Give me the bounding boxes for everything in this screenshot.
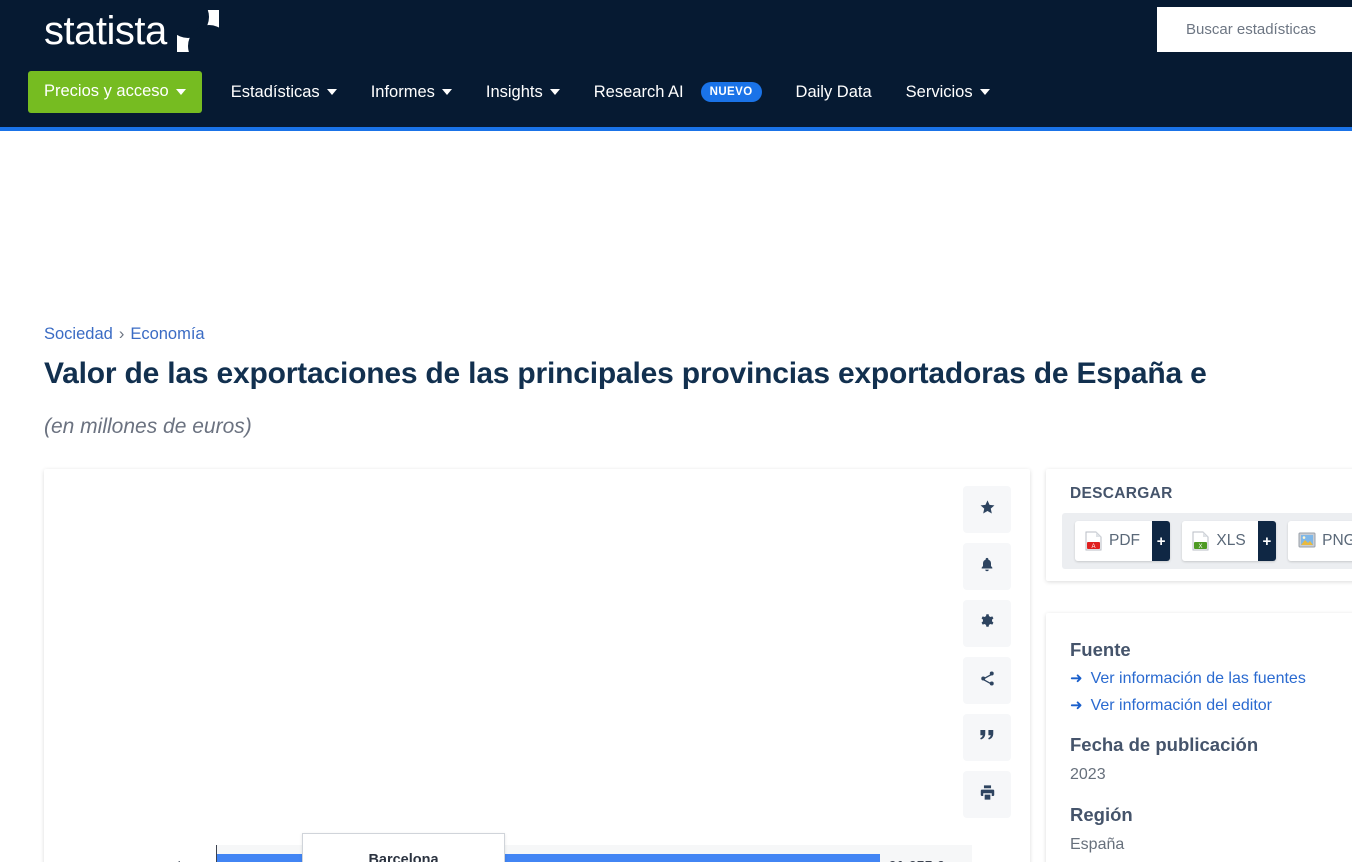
share-icon bbox=[979, 670, 996, 692]
breadcrumb: Sociedad › Economía bbox=[44, 325, 205, 344]
download-xls-main[interactable]: X XLS bbox=[1182, 521, 1258, 561]
download-xls-label: XLS bbox=[1216, 532, 1246, 549]
menu-item-precios-y-acceso[interactable]: Precios y acceso bbox=[28, 71, 202, 113]
top-navigation-bar: statista Precios y acceso Estadísticas I… bbox=[0, 0, 1352, 131]
editor-info-link-label: Ver información del editor bbox=[1090, 697, 1273, 714]
publication-date-value: 2023 bbox=[1070, 766, 1106, 783]
download-pdf-main[interactable]: A PDF bbox=[1075, 521, 1152, 561]
publication-date-heading: Fecha de publicación bbox=[1070, 734, 1259, 755]
bar-chart-plot-area: Barcelona61.655,6Madrid39.866,7Valencia1… bbox=[44, 469, 974, 862]
download-buttons-row: A PDF + X XLS + PNG bbox=[1062, 513, 1352, 569]
page-subtitle: (en millones de euros) bbox=[44, 415, 252, 438]
breadcrumb-item-sociedad[interactable]: Sociedad bbox=[44, 325, 113, 344]
source-info-link-label: Ver información de las fuentes bbox=[1090, 670, 1306, 687]
source-info-link[interactable]: ➜ Ver información de las fuentes bbox=[1070, 665, 1352, 692]
menu-item-label: Daily Data bbox=[795, 82, 872, 101]
menu-item-label: Precios y acceso bbox=[44, 82, 169, 100]
arrow-right-icon: ➜ bbox=[1070, 697, 1083, 714]
png-file-icon bbox=[1298, 531, 1316, 551]
publication-date-block: Fecha de publicación 2023 bbox=[1070, 734, 1352, 789]
download-png-label: PNG bbox=[1322, 532, 1352, 549]
menu-item-daily-data[interactable]: Daily Data bbox=[796, 83, 872, 102]
favorite-star-button[interactable] bbox=[963, 486, 1011, 533]
print-button[interactable] bbox=[963, 771, 1011, 818]
download-card: DESCARGAR A PDF + X XLS + PNG bbox=[1046, 469, 1352, 581]
region-value: España bbox=[1070, 836, 1125, 853]
source-heading: Fuente bbox=[1070, 639, 1131, 660]
chevron-down-icon bbox=[979, 89, 990, 95]
info-card: Fuente ➜ Ver información de las fuentes … bbox=[1046, 613, 1352, 862]
statista-logo[interactable]: statista bbox=[44, 8, 219, 54]
download-png-main[interactable]: PNG bbox=[1288, 521, 1352, 561]
menu-item-research-ai[interactable]: Research AI NUEVO bbox=[594, 82, 762, 102]
menu-item-estadisticas[interactable]: Estadísticas bbox=[231, 83, 337, 102]
menu-item-insights[interactable]: Insights bbox=[486, 83, 560, 102]
nav-accent-underline bbox=[0, 127, 1352, 131]
download-title: DESCARGAR bbox=[1070, 485, 1173, 502]
menu-item-label: Informes bbox=[370, 82, 435, 101]
chevron-down-icon bbox=[175, 88, 186, 95]
chevron-down-icon bbox=[326, 89, 337, 95]
search-input[interactable] bbox=[1186, 21, 1352, 38]
region-heading: Región bbox=[1070, 804, 1133, 825]
notification-bell-button[interactable] bbox=[963, 543, 1011, 590]
notification-bell-icon bbox=[979, 556, 995, 578]
region-block: Región España bbox=[1070, 804, 1352, 859]
editor-info-link[interactable]: ➜ Ver información del editor bbox=[1070, 692, 1352, 719]
favorite-star-icon bbox=[979, 499, 996, 521]
menu-item-label: Estadísticas bbox=[230, 82, 320, 101]
page-title: Valor de las exportaciones de las princi… bbox=[44, 357, 1207, 390]
settings-gear-icon bbox=[979, 613, 996, 635]
menu-item-label: Insights bbox=[485, 82, 543, 101]
pdf-file-icon: A bbox=[1085, 531, 1102, 551]
chart-card: Barcelona61.655,6Madrid39.866,7Valencia1… bbox=[44, 469, 1030, 862]
menu-item-informes[interactable]: Informes bbox=[371, 83, 452, 102]
download-pdf-label: PDF bbox=[1109, 532, 1140, 549]
arrow-right-icon: ➜ bbox=[1070, 670, 1083, 687]
chevron-down-icon bbox=[441, 89, 452, 95]
source-block: Fuente ➜ Ver información de las fuentes … bbox=[1070, 639, 1352, 719]
settings-gear-button[interactable] bbox=[963, 600, 1011, 647]
breadcrumb-item-economia[interactable]: Economía bbox=[130, 325, 204, 344]
download-pdf-plus[interactable]: + bbox=[1152, 521, 1171, 561]
menu-item-label: Servicios bbox=[905, 82, 973, 101]
search-box[interactable] bbox=[1157, 7, 1352, 52]
breadcrumb-separator: › bbox=[118, 325, 125, 343]
svg-text:X: X bbox=[1199, 544, 1203, 550]
download-xls-plus[interactable]: + bbox=[1257, 521, 1277, 561]
menu-item-label: Research AI bbox=[593, 82, 684, 101]
xls-file-icon: X bbox=[1192, 531, 1209, 551]
download-png-button[interactable]: PNG + bbox=[1288, 521, 1352, 561]
nuevo-badge: NUEVO bbox=[700, 82, 762, 102]
main-menu: Precios y acceso Estadísticas Informes I… bbox=[28, 71, 1024, 113]
chevron-down-icon bbox=[549, 89, 560, 95]
download-xls-button[interactable]: X XLS + bbox=[1182, 521, 1277, 561]
print-icon bbox=[979, 784, 996, 806]
chart-toolbar bbox=[963, 486, 1011, 818]
chart-tooltip: Barcelona 61.655,6 bbox=[302, 833, 505, 862]
download-pdf-button[interactable]: A PDF + bbox=[1075, 521, 1171, 561]
logo-text: statista bbox=[44, 9, 167, 53]
citation-quote-button[interactable] bbox=[963, 714, 1011, 761]
citation-quote-icon bbox=[979, 728, 995, 747]
statista-logo-mark-icon bbox=[176, 10, 219, 52]
svg-text:A: A bbox=[1091, 544, 1095, 550]
tooltip-title: Barcelona bbox=[303, 834, 504, 862]
menu-item-servicios[interactable]: Servicios bbox=[906, 83, 990, 102]
share-button[interactable] bbox=[963, 657, 1011, 704]
